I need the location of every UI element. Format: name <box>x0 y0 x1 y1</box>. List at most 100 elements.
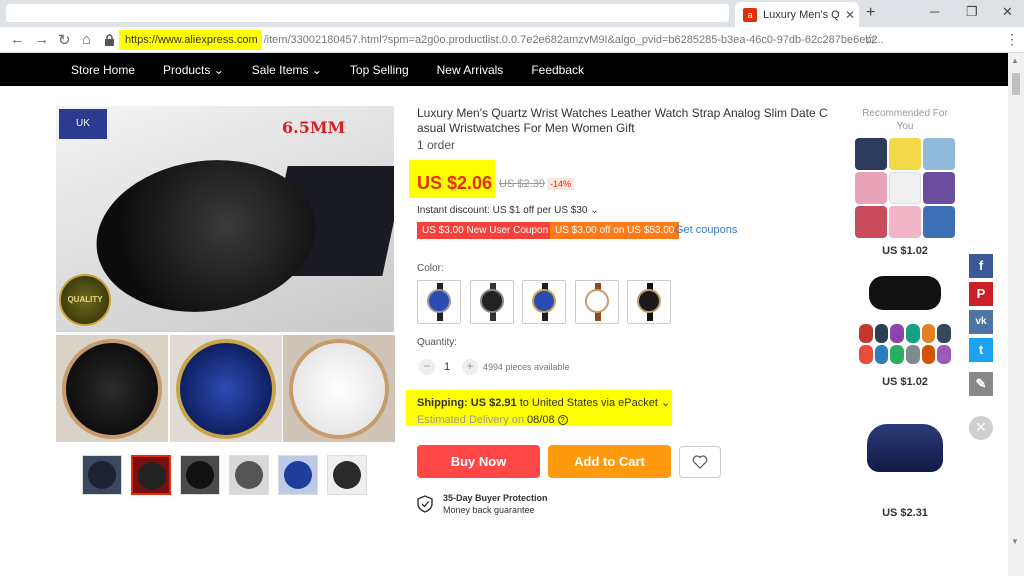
add-to-cart-button[interactable]: Add to Cart <box>548 445 671 478</box>
original-price: US $2.39 <box>499 178 545 190</box>
quantity-decrease-button[interactable]: − <box>419 359 435 375</box>
thumbnail-2[interactable] <box>131 455 171 495</box>
bookmark-star-icon[interactable]: ☆ <box>864 31 877 48</box>
size-label: 6.5MM <box>282 118 346 137</box>
thumbnail-watch <box>284 461 312 489</box>
close-icon[interactable]: ✕ <box>969 416 993 440</box>
back-icon[interactable]: ← <box>10 31 25 48</box>
url-path: /item/33002180457.html?spm=a2g0o.product… <box>263 34 884 46</box>
recommended-item-lunch-bags[interactable] <box>855 138 955 238</box>
shipping-destination: to United States via ePacket <box>516 397 658 409</box>
swatch-dial <box>585 289 609 313</box>
chevron-down-icon: ⌄ <box>660 397 671 409</box>
nav-sale-items-label: Sale Items <box>251 62 309 77</box>
color-tile <box>937 324 951 343</box>
color-swatch-white-brown[interactable] <box>575 280 619 324</box>
bag-tile <box>889 138 921 170</box>
forward-icon[interactable]: → <box>34 31 49 48</box>
quantity-value[interactable]: 1 <box>444 361 450 373</box>
product-photo-black-rosegold[interactable] <box>56 335 168 442</box>
facebook-share-icon[interactable]: f <box>969 254 993 278</box>
color-swatch-black-gray[interactable] <box>470 280 514 324</box>
discount-badge: -14% <box>547 178 575 190</box>
product-main-image[interactable]: UK 6.5MM QUALITY <box>56 106 394 332</box>
shield-check-icon <box>417 495 433 513</box>
shipping-price: Shipping: US $2.91 <box>417 397 517 409</box>
nav-new-arrivals[interactable]: New Arrivals <box>437 63 504 77</box>
recommended-item-waist-bags[interactable] <box>855 268 955 368</box>
scrollbar-thumb[interactable] <box>1012 73 1020 95</box>
pinterest-share-icon[interactable]: P <box>969 282 993 306</box>
tab-close-icon[interactable]: ✕ <box>845 8 855 22</box>
color-swatch-blue-black[interactable] <box>417 280 461 324</box>
thumbnail-6[interactable] <box>327 455 367 495</box>
thumbnail-watch <box>186 461 214 489</box>
reload-icon[interactable]: ↻ <box>58 31 71 49</box>
nav-products[interactable]: Products ⌄ <box>163 63 224 77</box>
lunch-bags-grid <box>855 138 955 238</box>
url-field[interactable]: https://www.aliexpress.com /item/3300218… <box>104 30 884 50</box>
menu-icon[interactable]: ⋮ <box>1005 31 1019 48</box>
maximize-icon[interactable]: ❐ <box>966 4 978 20</box>
current-price: US $2.06 <box>417 173 493 193</box>
chevron-down-icon: ⌄ <box>590 205 599 216</box>
scroll-down-icon[interactable]: ▼ <box>1011 537 1019 546</box>
thumbnail-4[interactable] <box>229 455 269 495</box>
quality-badge: QUALITY <box>59 274 111 326</box>
nav-feedback[interactable]: Feedback <box>531 63 584 77</box>
edit-icon[interactable]: ✎ <box>969 372 993 396</box>
thumbnail-1[interactable] <box>82 455 122 495</box>
store-coupon[interactable]: US $3.00 off on US $53.00 <box>550 222 680 239</box>
swatch-dial <box>480 289 504 313</box>
color-tile <box>859 345 873 364</box>
product-photo-white-brown[interactable] <box>283 335 395 442</box>
quantity-increase-button[interactable]: + <box>462 359 478 375</box>
new-user-coupon[interactable]: US $3.00 New User Coupon <box>417 222 554 239</box>
product-photo-blue-gold[interactable] <box>170 335 282 442</box>
instant-discount[interactable]: Instant discount: US $1 off per US $30 ⌄ <box>417 205 599 216</box>
shipping-info[interactable]: Shipping: US $2.91 to United States via … <box>417 396 670 409</box>
recommended-title: Recommended For You <box>862 108 948 132</box>
help-icon[interactable]: ? <box>557 415 568 426</box>
chevron-down-icon: ⌄ <box>213 62 224 77</box>
minimize-icon[interactable]: ─ <box>930 4 939 19</box>
new-tab-icon[interactable]: + <box>866 4 875 22</box>
nav-store-home[interactable]: Store Home <box>71 63 135 77</box>
nav-sale-items[interactable]: Sale Items ⌄ <box>252 63 322 77</box>
nav-top-selling[interactable]: Top Selling <box>350 63 409 77</box>
url-domain: https://www.aliexpress.com <box>118 30 262 50</box>
nav-products-label: Products <box>163 62 211 77</box>
address-bar: ← → ↻ ⌂ https://www.aliexpress.com /item… <box>0 27 1024 53</box>
color-swatch-blue-gold[interactable] <box>522 280 566 324</box>
color-tile <box>937 345 951 364</box>
color-tile <box>890 345 904 364</box>
scroll-up-icon[interactable]: ▲ <box>1011 56 1019 65</box>
get-coupons-link[interactable]: Get coupons <box>675 224 737 236</box>
swatch-dial <box>532 289 556 313</box>
wishlist-button[interactable] <box>679 446 721 478</box>
color-tile <box>890 324 904 343</box>
store-nav: Store Home Products ⌄ Sale Items ⌄ Top S… <box>0 53 1008 86</box>
estimated-delivery: Estimated Delivery on 08/08 ? <box>417 414 568 426</box>
watch-dial-white <box>289 339 389 439</box>
color-tile <box>921 345 936 364</box>
instant-discount-label: Instant discount: US $1 off per US $30 <box>417 205 588 216</box>
recommended-item-pillow[interactable] <box>855 400 955 500</box>
thumbnail-5[interactable] <box>278 455 318 495</box>
bag-tile <box>855 172 887 204</box>
color-tile <box>874 345 889 364</box>
delivery-label: Estimated Delivery on <box>417 414 528 426</box>
scrollbar-track[interactable] <box>1008 53 1024 576</box>
uk-flag-icon: UK <box>59 109 107 139</box>
browser-tab-strip: a Luxury Men's Quar ✕ + ─ ❐ ✕ <box>0 0 1024 27</box>
close-window-icon[interactable]: ✕ <box>1002 4 1013 20</box>
browser-tab[interactable]: a Luxury Men's Quar ✕ <box>735 2 859 27</box>
recommended-price-1: US $1.02 <box>882 245 928 257</box>
home-icon[interactable]: ⌂ <box>82 31 91 48</box>
vk-share-icon[interactable]: vk <box>969 310 993 334</box>
thumbnail-3[interactable] <box>180 455 220 495</box>
color-swatch-black-rosegold[interactable] <box>627 280 671 324</box>
buy-now-button[interactable]: Buy Now <box>417 445 540 478</box>
pillow-shape <box>867 424 943 472</box>
twitter-share-icon[interactable]: t <box>969 338 993 362</box>
